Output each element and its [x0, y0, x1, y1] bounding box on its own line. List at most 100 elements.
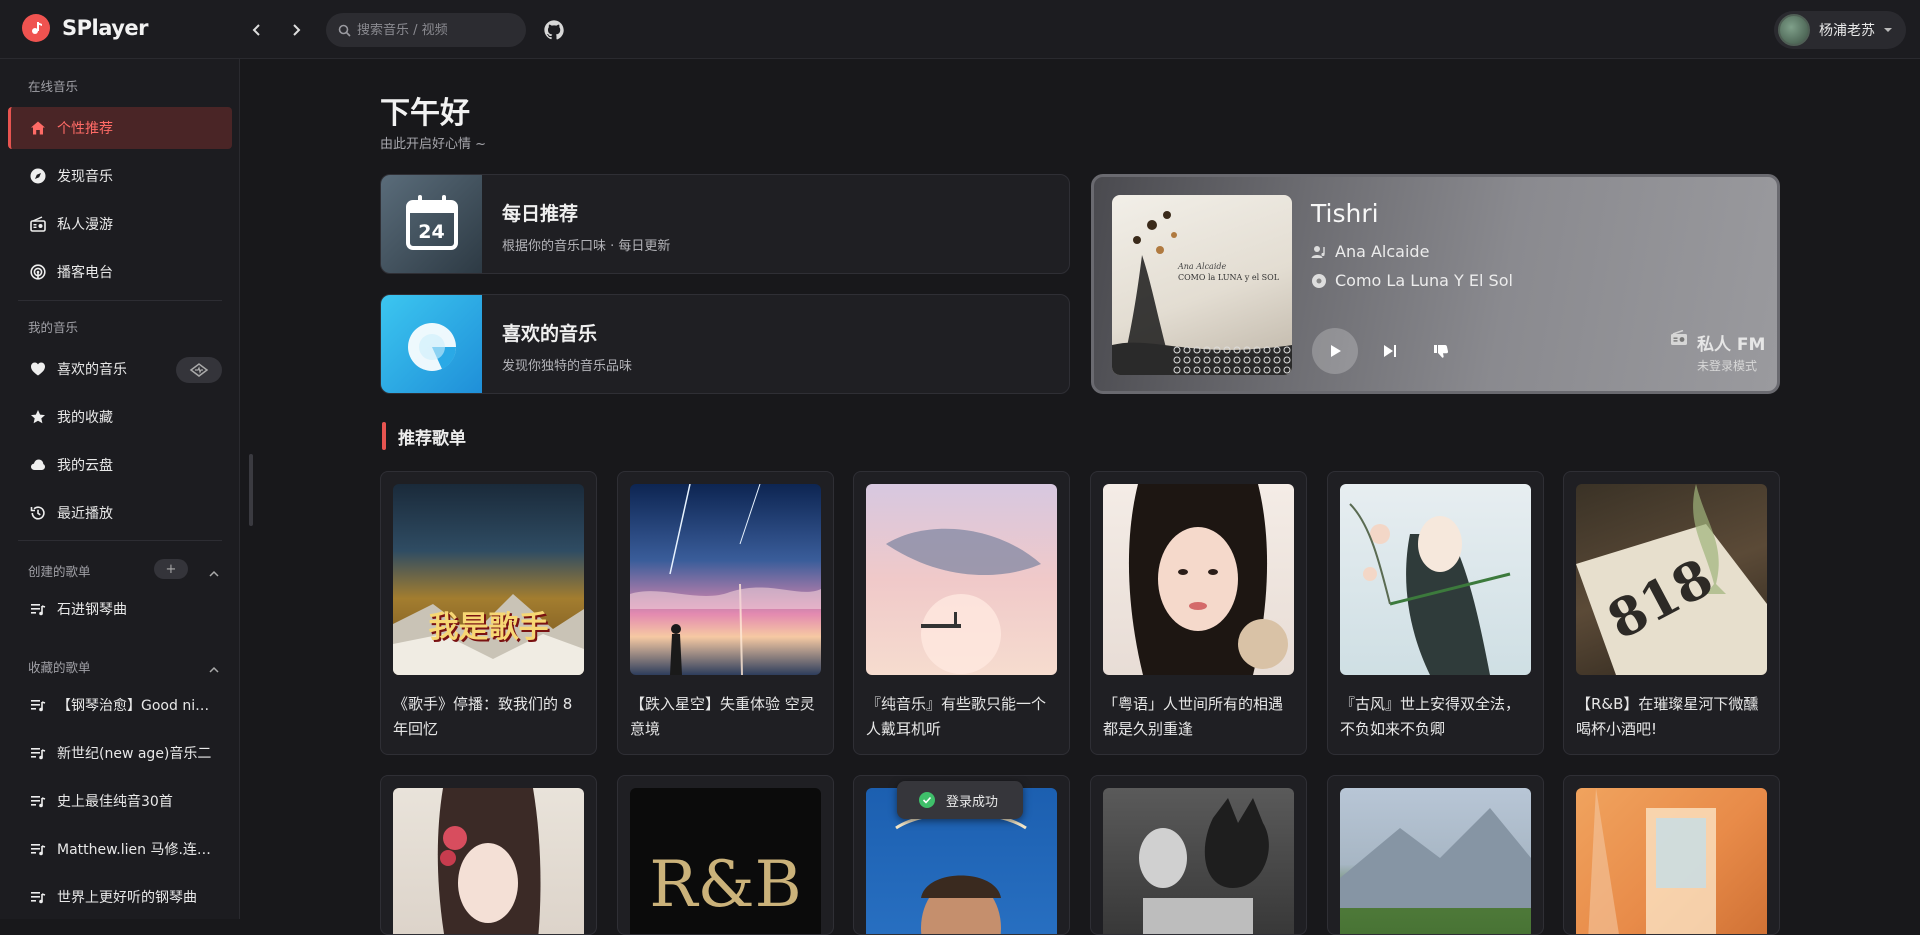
- playlist-cover-text: 我是歌手: [428, 610, 549, 645]
- section-title: 推荐歌单: [398, 428, 466, 449]
- playlist-icon: [29, 600, 47, 618]
- github-icon: [544, 20, 564, 40]
- back-button[interactable]: [245, 18, 269, 42]
- history-icon: [29, 504, 47, 522]
- app-logo[interactable]: SPlayer: [22, 14, 149, 42]
- playlist-card[interactable]: R&B: [617, 775, 834, 935]
- radio-icon: [29, 215, 47, 233]
- sidebar-item-label: 我的云盘: [57, 458, 113, 474]
- calendar-day: 24: [418, 221, 445, 243]
- sidebar-item-cloud[interactable]: 我的云盘: [8, 444, 232, 486]
- playlist-cover: [1103, 788, 1294, 934]
- sidebar-item-private-roam[interactable]: 私人漫游: [8, 203, 232, 245]
- heart-icon: [29, 360, 47, 378]
- divider: [18, 540, 222, 541]
- fm-next-button[interactable]: [1378, 339, 1402, 363]
- daily-desc: 根据你的音乐口味 · 每日更新: [502, 239, 671, 254]
- sidebar-item-label: 【钢琴治愈】Good night: [57, 698, 217, 714]
- playlist-title: 【跌入星空】失重体验 空灵意境: [630, 695, 815, 738]
- search-input[interactable]: [357, 22, 507, 38]
- podcast-icon: [29, 263, 47, 281]
- user-name: 杨浦老苏: [1819, 23, 1875, 39]
- playlist-card[interactable]: 818 【R&B】在璀璨星河下微醺 喝杯小酒吧!: [1563, 471, 1780, 755]
- liked-music-card[interactable]: 喜欢的音乐 发现你独特的音乐品味: [380, 294, 1070, 394]
- section-accent-bar: [382, 422, 386, 450]
- sidebar-playlist-item[interactable]: 世界上更好听的钢琴曲: [8, 876, 232, 918]
- thumbs-down-icon: [1434, 345, 1449, 358]
- playlist-card[interactable]: 『纯音乐』有些歌只能一个人戴耳机听: [853, 471, 1070, 755]
- add-playlist-button[interactable]: +: [154, 559, 188, 579]
- heartbeat-mode-button[interactable]: [176, 357, 222, 383]
- fm-play-button[interactable]: [1312, 328, 1358, 374]
- app-name: SPlayer: [62, 16, 149, 40]
- playlist-cover: [1340, 788, 1531, 934]
- fm-artist[interactable]: Ana Alcaide: [1311, 242, 1429, 261]
- fm-label: 私人 FM: [1697, 335, 1766, 355]
- section-header: 推荐歌单: [382, 422, 466, 450]
- fm-cover-text: COMO la LUNA y el SOL: [1178, 273, 1280, 282]
- sidebar-item-label: 史上最佳纯音30首: [57, 794, 173, 810]
- section-collected-title: 收藏的歌单: [28, 660, 91, 675]
- personal-fm-card[interactable]: Ana Alcaide COMO la LUNA y el SOL Tishri…: [1091, 174, 1780, 394]
- playlist-icon: [29, 792, 47, 810]
- chevron-right-icon: [293, 24, 301, 36]
- fm-dislike-button[interactable]: [1429, 339, 1453, 363]
- sidebar-item-label: 世界上更好听的钢琴曲: [57, 890, 197, 906]
- sidebar-item-favorites[interactable]: 我的收藏: [8, 396, 232, 438]
- github-button[interactable]: [543, 19, 565, 45]
- playlist-card[interactable]: 『古风』世上安得双全法，不负如来不负卿: [1327, 471, 1544, 755]
- sidebar-playlist-item[interactable]: 石进钢琴曲: [8, 588, 232, 630]
- daily-recommend-card[interactable]: 24 每日推荐 根据你的音乐口味 · 每日更新: [380, 174, 1070, 274]
- fm-album-cover: Ana Alcaide COMO la LUNA y el SOL: [1112, 195, 1292, 375]
- playlist-title: 「粤语」人世间所有的相遇 都是久别重逢: [1103, 695, 1284, 738]
- fm-song-title: Tishri: [1311, 199, 1379, 228]
- fm-album[interactable]: Como La Luna Y El Sol: [1311, 271, 1513, 290]
- playlist-cover: [630, 484, 821, 675]
- section-online-title: 在线音乐: [28, 79, 79, 94]
- playlist-card[interactable]: [1090, 775, 1307, 935]
- collapse-created-button[interactable]: [209, 564, 219, 583]
- playlist-card[interactable]: [380, 775, 597, 935]
- check-circle-icon: [919, 792, 935, 808]
- playlist-cover: 818: [1576, 484, 1767, 675]
- playlist-cover: [393, 788, 584, 934]
- collapse-collected-button[interactable]: [209, 660, 219, 679]
- playlist-icon: [29, 744, 47, 762]
- search-box[interactable]: [326, 13, 526, 47]
- fm-mode: 未登录模式: [1697, 359, 1758, 373]
- forward-button[interactable]: [284, 18, 308, 42]
- liked-title: 喜欢的音乐: [502, 323, 598, 345]
- sidebar-item-label: 最近播放: [57, 506, 113, 522]
- playlist-title: 【R&B】在璀璨星河下微醺 喝杯小酒吧!: [1576, 695, 1759, 738]
- sidebar-playlist-item[interactable]: 【钢琴治愈】Good night: [8, 684, 232, 726]
- liked-desc: 发现你独特的音乐品味: [502, 359, 633, 374]
- user-menu[interactable]: 杨浦老苏: [1774, 11, 1906, 49]
- play-icon: [1331, 345, 1341, 357]
- playlist-cover: [1576, 788, 1767, 934]
- search-icon: [338, 24, 351, 37]
- sidebar-item-podcast[interactable]: 播客电台: [8, 251, 232, 293]
- compass-icon: [29, 167, 47, 185]
- playlist-card[interactable]: [1327, 775, 1544, 935]
- sidebar-item-recommend[interactable]: 个性推荐: [8, 107, 232, 149]
- heartbeat-mode-icon: [189, 363, 209, 377]
- sidebar-item-label: 石进钢琴曲: [57, 602, 127, 618]
- playlist-card[interactable]: 【跌入星空】失重体验 空灵意境: [617, 471, 834, 755]
- avatar: [1778, 14, 1810, 46]
- playlist-card[interactable]: [1563, 775, 1780, 935]
- sidebar-item-label: 个性推荐: [57, 121, 113, 137]
- sidebar: 在线音乐 个性推荐 发现音乐 私人漫游 播客电台 我的音乐 喜欢的音乐 我的收藏…: [0, 59, 240, 919]
- fm-album-name: Como La Luna Y El Sol: [1335, 271, 1513, 290]
- sidebar-item-recent[interactable]: 最近播放: [8, 492, 232, 534]
- playlist-card[interactable]: 「粤语」人世间所有的相遇 都是久别重逢: [1090, 471, 1307, 755]
- sidebar-item-label: 我的收藏: [57, 410, 113, 426]
- sidebar-playlist-item[interactable]: 史上最佳纯音30首: [8, 780, 232, 822]
- sidebar-scrollbar[interactable]: [249, 454, 253, 526]
- sidebar-playlist-item[interactable]: Matthew.lien 马修.连恩 专辑: [8, 828, 232, 870]
- sidebar-playlist-item[interactable]: 新世纪(new age)音乐二: [8, 732, 232, 774]
- playlist-cover: [1103, 484, 1294, 675]
- star-icon: [29, 408, 47, 426]
- sidebar-item-label: 发现音乐: [57, 169, 113, 185]
- sidebar-item-discover[interactable]: 发现音乐: [8, 155, 232, 197]
- playlist-card[interactable]: 我是歌手 《歌手》停播：致我们的 8 年回忆: [380, 471, 597, 755]
